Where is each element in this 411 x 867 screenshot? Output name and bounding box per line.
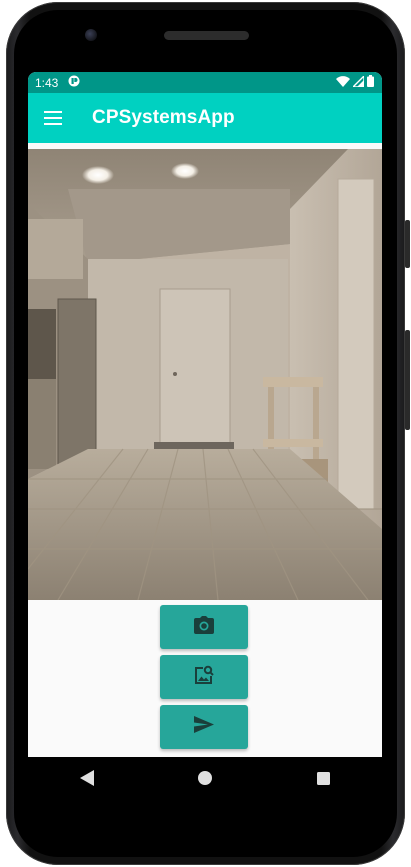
- signal-icon: [351, 73, 365, 90]
- app-title: CPSystemsApp: [92, 107, 235, 128]
- wifi-icon: [336, 75, 350, 90]
- volume-button: [405, 220, 410, 268]
- back-icon[interactable]: [57, 758, 117, 798]
- earpiece-speaker: [164, 31, 249, 40]
- preview-image: [28, 149, 382, 600]
- app-bar: CPSystemsApp: [28, 93, 382, 143]
- power-button: [405, 330, 410, 430]
- camera-icon: [194, 615, 214, 639]
- screen: 1:43 CPSystemsApp: [28, 72, 382, 757]
- front-camera: [85, 29, 97, 41]
- hamburger-menu-icon[interactable]: [28, 93, 78, 143]
- send-button[interactable]: [160, 705, 248, 749]
- camera-button[interactable]: [160, 605, 248, 649]
- home-icon[interactable]: [175, 758, 235, 798]
- image-search-icon: [194, 665, 214, 690]
- action-panel: [28, 600, 382, 757]
- send-icon: [194, 716, 214, 738]
- phone-device: 1:43 CPSystemsApp: [0, 0, 411, 867]
- battery-icon: [367, 75, 374, 90]
- system-nav-bar: [28, 757, 382, 799]
- image-search-button[interactable]: [160, 655, 248, 699]
- status-bar: 1:43: [28, 72, 382, 93]
- recents-icon[interactable]: [293, 758, 353, 798]
- status-time: 1:43: [35, 75, 59, 90]
- notification-app-icon: [68, 75, 80, 90]
